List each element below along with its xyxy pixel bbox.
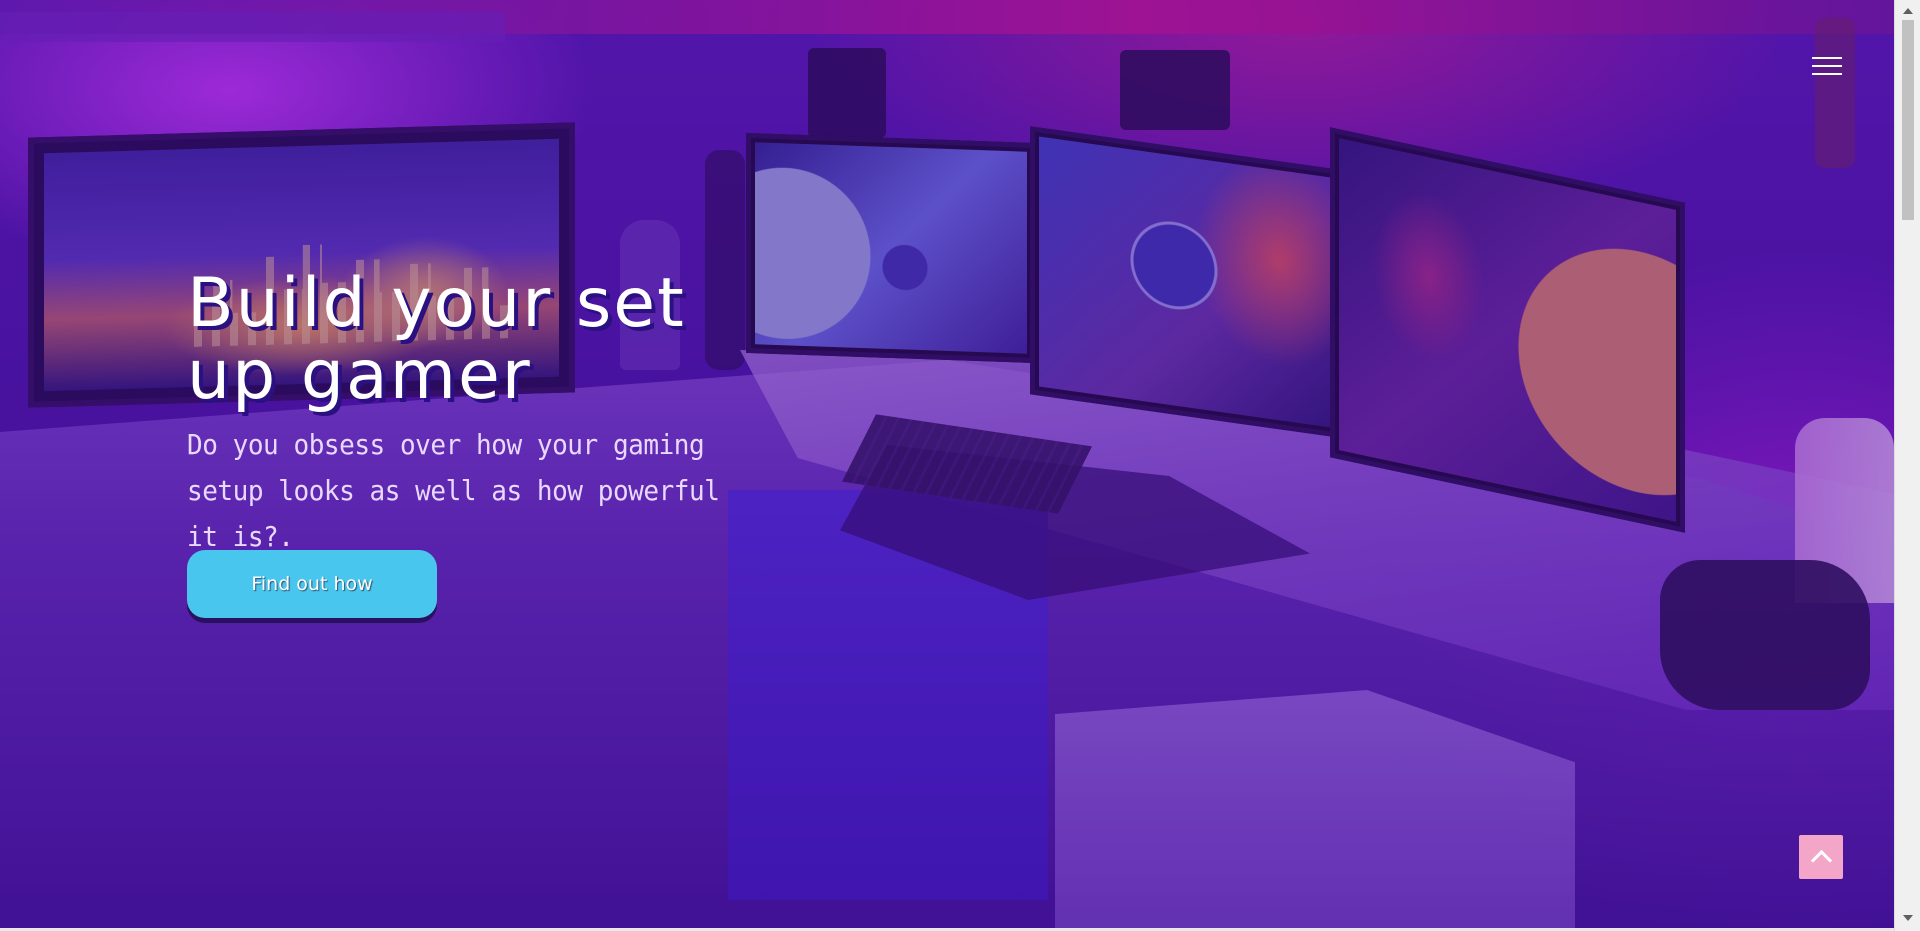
- hero-title-line-1: Build your set: [187, 264, 686, 343]
- hamburger-menu-icon[interactable]: [1812, 56, 1844, 78]
- page-scrollbar[interactable]: [1894, 0, 1920, 931]
- scroll-up-arrow-icon[interactable]: [1903, 8, 1913, 14]
- scroll-thumb[interactable]: [1902, 20, 1914, 220]
- scroll-down-arrow-icon[interactable]: [1903, 915, 1913, 921]
- find-out-how-button[interactable]: Find out how: [187, 550, 437, 618]
- chevron-up-icon: [1810, 849, 1832, 871]
- page-viewport: Build your set up gamer Do you obsess ov…: [0, 0, 1920, 931]
- hero-subtitle: Do you obsess over how your gaming setup…: [187, 428, 720, 553]
- hero-content: Build your set up gamer Do you obsess ov…: [187, 268, 827, 560]
- scroll-to-top-button[interactable]: [1799, 835, 1843, 879]
- hero-title: Build your set up gamer: [187, 268, 747, 412]
- hero-title-line-2: up gamer: [187, 336, 532, 415]
